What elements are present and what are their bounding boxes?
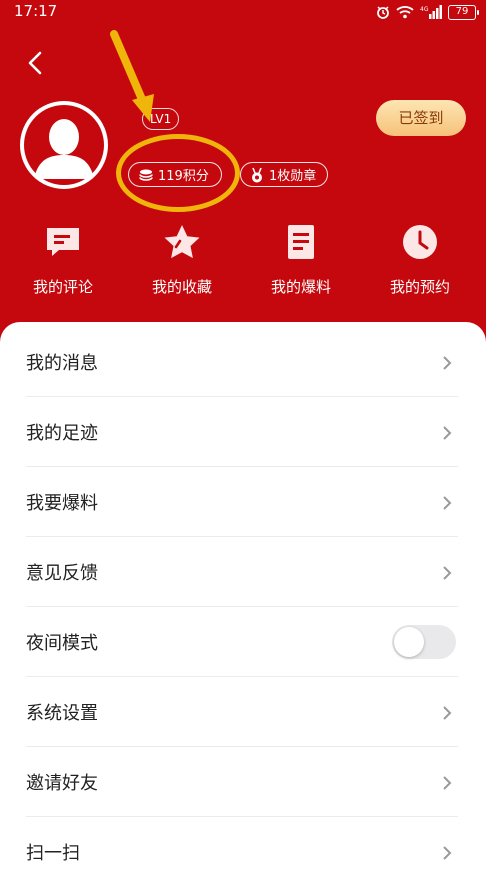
menu-card: 我的消息 我的足迹 我要爆料 意见反馈 夜间模式 系统设置 邀请好友 扫一扫 <box>0 322 486 883</box>
menu-item-label: 我的消息 <box>26 353 98 374</box>
quick-action-reservations[interactable]: 我的预约 <box>370 222 470 302</box>
document-icon <box>288 225 314 259</box>
signal-icon: 4G <box>420 5 442 19</box>
status-bar: 17:17 4G 79 <box>0 0 486 24</box>
annotation-ellipse <box>116 134 240 212</box>
status-time: 17:17 <box>14 2 58 20</box>
quick-action-comments[interactable]: 我的评论 <box>13 222 113 302</box>
menu-item-label: 我的足迹 <box>26 423 98 444</box>
menu-item-feedback[interactable]: 意见反馈 <box>0 537 486 607</box>
quick-action-favorites[interactable]: 我的收藏 <box>132 222 232 302</box>
avatar[interactable] <box>20 101 108 189</box>
medal-icon <box>252 167 262 182</box>
chevron-right-icon <box>443 426 452 440</box>
battery-icon: 79 <box>448 4 479 20</box>
chevron-right-icon <box>443 776 452 790</box>
menu-item-label: 扫一扫 <box>26 843 80 864</box>
quick-action-label: 我的爆料 <box>270 278 331 296</box>
toggle-knob <box>394 627 424 657</box>
menu-item-label: 邀请好友 <box>26 773 98 794</box>
chevron-right-icon <box>443 496 452 510</box>
medals-label: 1枚勋章 <box>269 169 317 184</box>
default-avatar-icon <box>24 105 104 185</box>
medal-chip[interactable]: 1枚勋章 <box>240 162 328 187</box>
chevron-right-icon <box>443 846 452 860</box>
menu-item-label: 夜间模式 <box>26 633 98 654</box>
menu-item-history[interactable]: 我的足迹 <box>0 397 486 467</box>
menu-item-messages[interactable]: 我的消息 <box>0 327 486 397</box>
menu-item-label: 意见反馈 <box>26 563 98 584</box>
svg-text:4G: 4G <box>420 6 429 13</box>
chevron-right-icon <box>443 566 452 580</box>
menu-item-invite-friends[interactable]: 邀请好友 <box>0 747 486 817</box>
quick-action-label: 我的预约 <box>389 278 450 296</box>
quick-action-label: 我的评论 <box>32 278 93 296</box>
alarm-icon <box>377 6 389 19</box>
quick-action-tips[interactable]: 我的爆料 <box>251 222 351 302</box>
profile-header: 17:17 4G 79 LV1 119积分 1枚勋章 已签到 我的评论 我的收藏… <box>0 0 486 360</box>
clock-icon <box>403 225 437 259</box>
quick-actions: 我的评论 我的收藏 我的爆料 我的预约 <box>0 222 486 302</box>
wifi-icon <box>396 6 414 19</box>
chevron-right-icon <box>443 706 452 720</box>
comment-icon <box>47 228 79 256</box>
menu-item-label: 我要爆料 <box>26 493 98 514</box>
menu-item-label: 系统设置 <box>26 703 98 724</box>
annotation-arrow-icon <box>110 30 154 122</box>
menu-item-scan[interactable]: 扫一扫 <box>0 817 486 883</box>
quick-action-label: 我的收藏 <box>151 278 212 296</box>
menu-item-settings[interactable]: 系统设置 <box>0 677 486 747</box>
checkin-button[interactable]: 已签到 <box>376 100 466 136</box>
night-mode-toggle[interactable] <box>392 625 456 659</box>
menu-item-submit-tip[interactable]: 我要爆料 <box>0 467 486 537</box>
back-button[interactable] <box>24 50 48 76</box>
chevron-right-icon <box>443 356 452 370</box>
status-icons: 4G 79 <box>376 3 479 21</box>
star-icon <box>164 225 200 259</box>
menu-item-night-mode: 夜间模式 <box>0 607 486 677</box>
